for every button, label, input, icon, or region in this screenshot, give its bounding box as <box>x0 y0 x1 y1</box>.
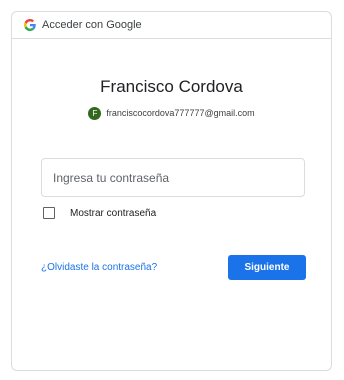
next-button[interactable]: Siguiente <box>228 255 306 280</box>
account-name: Francisco Cordova <box>100 77 243 96</box>
password-field-container <box>41 158 305 197</box>
account-chip[interactable]: F franciscocordova777777@gmail.com <box>12 105 331 121</box>
show-password-row[interactable]: Mostrar contraseña <box>43 206 156 220</box>
avatar: F <box>88 106 102 120</box>
account-email: franciscocordova777777@gmail.com <box>106 108 255 118</box>
signin-header: Acceder con Google <box>12 12 331 39</box>
google-g-icon <box>24 19 36 31</box>
signin-card: Acceder con Google Francisco Cordova F f… <box>11 11 332 371</box>
header-title: Acceder con Google <box>42 19 142 31</box>
forgot-password-link[interactable]: ¿Olvidaste la contraseña? <box>41 262 157 273</box>
password-input[interactable] <box>53 159 293 196</box>
show-password-label[interactable]: Mostrar contraseña <box>70 208 156 219</box>
show-password-checkbox[interactable] <box>43 207 55 219</box>
